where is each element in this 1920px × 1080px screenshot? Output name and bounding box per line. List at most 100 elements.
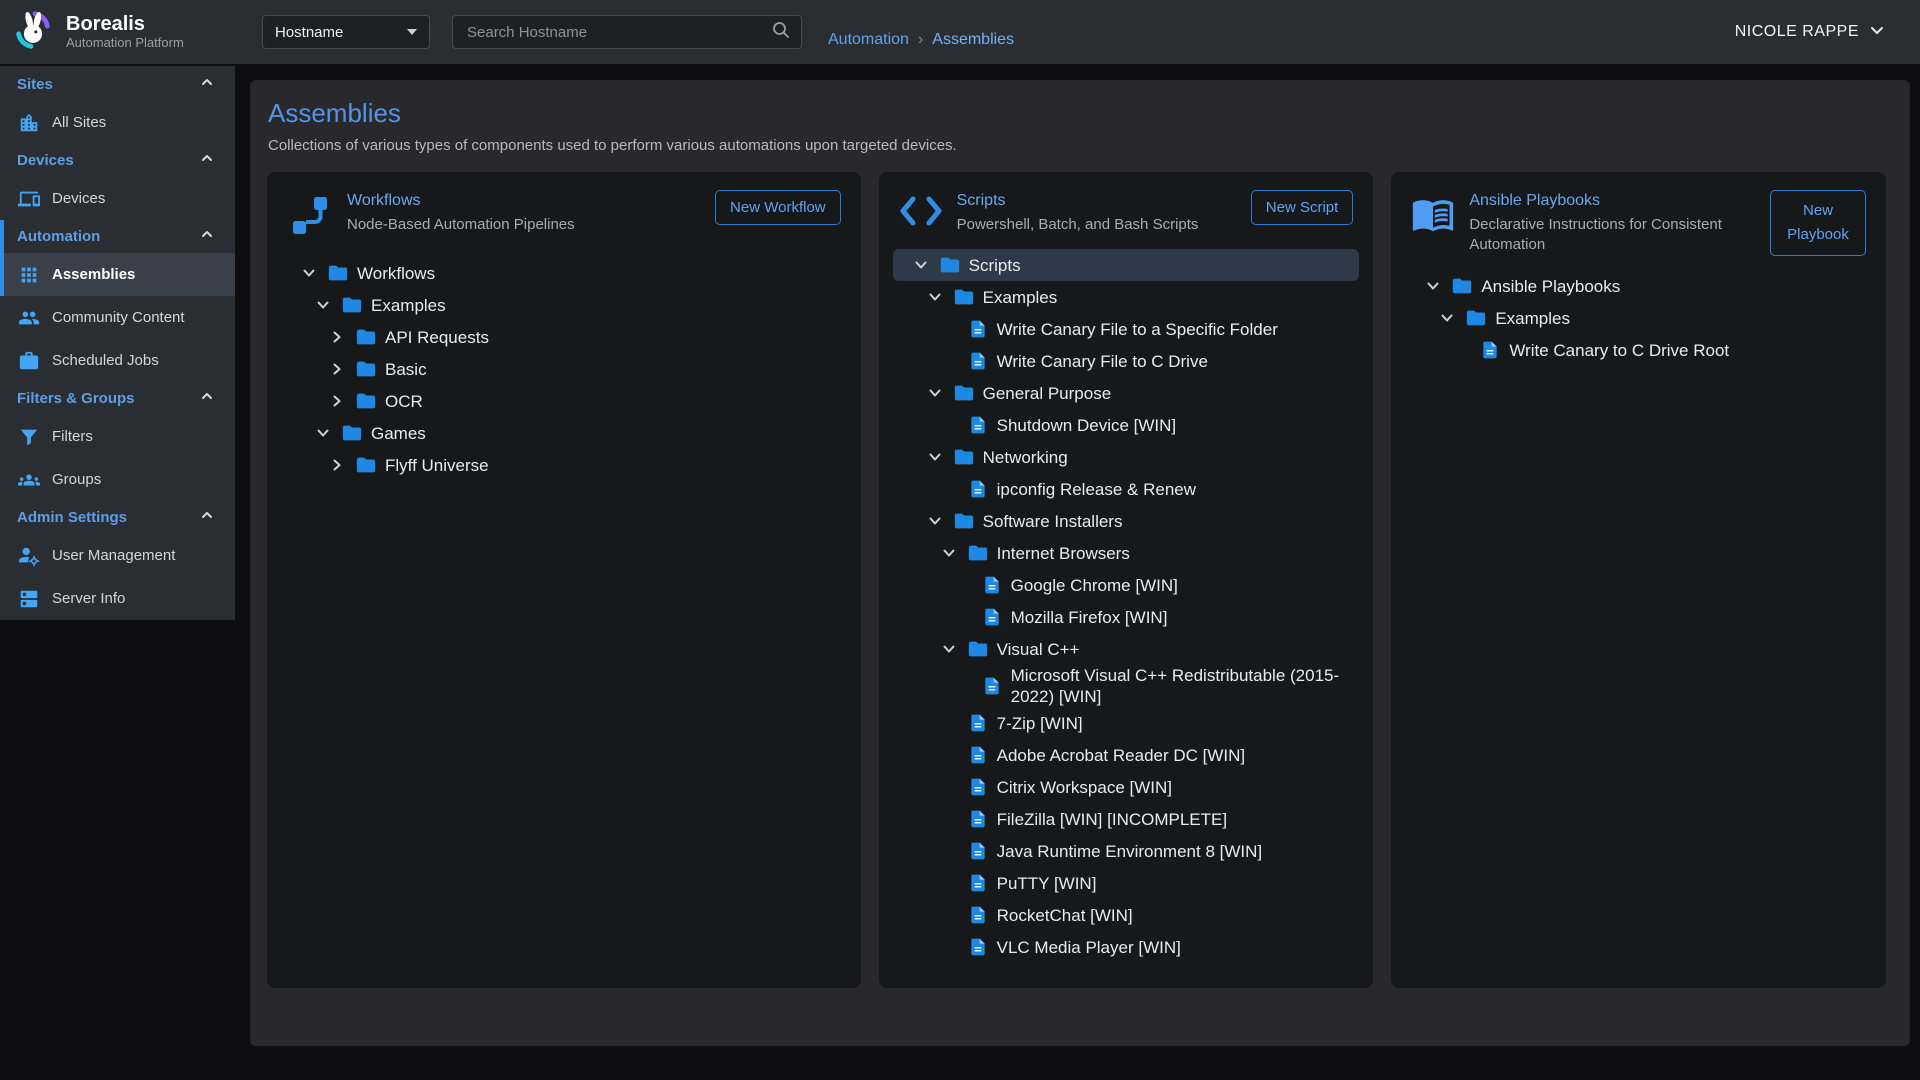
- sidebar-section-header-devices[interactable]: Devices: [0, 144, 235, 177]
- tree-item[interactable]: General Purpose: [893, 377, 1360, 409]
- sidebar-item-assemblies[interactable]: Assemblies: [0, 253, 235, 296]
- folder-icon: [1451, 275, 1473, 297]
- workflows-card: Workflows Node-Based Automation Pipeline…: [267, 172, 861, 988]
- chevron-right-icon[interactable]: [327, 456, 347, 474]
- search-input[interactable]: [465, 23, 771, 42]
- chevron-down-icon[interactable]: [313, 296, 333, 314]
- breadcrumb-assemblies[interactable]: Assemblies: [932, 31, 1014, 49]
- sidebar-item-scheduled-jobs[interactable]: Scheduled Jobs: [0, 339, 235, 382]
- rabbit-logo-icon: [10, 7, 56, 58]
- tree-item[interactable]: VLC Media Player [WIN]: [893, 931, 1360, 963]
- chevron-down-icon[interactable]: [925, 384, 945, 402]
- sidebar-item-label: Server Info: [52, 590, 125, 607]
- sidebar-item-groups[interactable]: Groups: [0, 458, 235, 501]
- sidebar-item-label: All Sites: [52, 114, 106, 131]
- tree-item[interactable]: ipconfig Release & Renew: [893, 473, 1360, 505]
- chevron-down-icon[interactable]: [1423, 277, 1443, 295]
- tree-item[interactable]: RocketChat [WIN]: [893, 899, 1360, 931]
- tree-item[interactable]: Adobe Acrobat Reader DC [WIN]: [893, 739, 1360, 771]
- file-icon: [967, 776, 989, 798]
- chevron-down-icon[interactable]: [299, 264, 319, 282]
- tree-item[interactable]: Google Chrome [WIN]: [893, 569, 1360, 601]
- tree-item[interactable]: Write Canary File to a Specific Folder: [893, 313, 1360, 345]
- sidebar-item-server-info[interactable]: Server Info: [0, 577, 235, 620]
- tree-item[interactable]: OCR: [281, 385, 847, 417]
- ansible-playbooks-card-header: Ansible Playbooks Declarative Instructio…: [1391, 190, 1886, 256]
- chevron-down-icon[interactable]: [925, 512, 945, 530]
- tree-item[interactable]: Ansible Playbooks: [1405, 270, 1872, 302]
- chevron-down-icon[interactable]: [911, 256, 931, 274]
- tree-item[interactable]: Internet Browsers: [893, 537, 1360, 569]
- tree-item[interactable]: Write Canary to C Drive Root: [1405, 334, 1872, 366]
- new-playbook-button[interactable]: New Playbook: [1770, 190, 1866, 256]
- grid-icon: [18, 264, 40, 286]
- tree-item[interactable]: Scripts: [893, 249, 1360, 281]
- funnel-icon: [18, 426, 40, 448]
- sidebar-item-label: Scheduled Jobs: [52, 352, 159, 369]
- tree-item[interactable]: Microsoft Visual C++ Redistributable (20…: [893, 665, 1360, 707]
- tree-item[interactable]: Software Installers: [893, 505, 1360, 537]
- sidebar-item-devices[interactable]: Devices: [0, 177, 235, 220]
- new-script-button[interactable]: New Script: [1251, 190, 1354, 225]
- tree-item[interactable]: Visual C++: [893, 633, 1360, 665]
- assemblies-panel: Assemblies Collections of various types …: [250, 80, 1910, 1046]
- server-icon: [18, 588, 40, 610]
- user-menu[interactable]: NICOLE RAPPE: [1735, 21, 1886, 44]
- tree-item[interactable]: API Requests: [281, 321, 847, 353]
- tree-item[interactable]: Citrix Workspace [WIN]: [893, 771, 1360, 803]
- tree-item[interactable]: Basic: [281, 353, 847, 385]
- tree-item[interactable]: Examples: [281, 289, 847, 321]
- sidebar-item-community-content[interactable]: Community Content: [0, 296, 235, 339]
- tree-item[interactable]: Write Canary File to C Drive: [893, 345, 1360, 377]
- sidebar-section-header-automation[interactable]: Automation: [0, 220, 235, 253]
- tree-item[interactable]: Examples: [1405, 302, 1872, 334]
- sidebar-section-header-admin-settings[interactable]: Admin Settings: [0, 501, 235, 534]
- tree-item[interactable]: Games: [281, 417, 847, 449]
- chevron-right-icon[interactable]: [327, 328, 347, 346]
- tree-item[interactable]: 7-Zip [WIN]: [893, 707, 1360, 739]
- tree-item[interactable]: Workflows: [281, 257, 847, 289]
- search-icon[interactable]: [771, 20, 791, 45]
- new-workflow-button[interactable]: New Workflow: [715, 190, 841, 225]
- tree-item[interactable]: PuTTY [WIN]: [893, 867, 1360, 899]
- hostname-select[interactable]: Hostname: [262, 15, 430, 49]
- chevron-down-icon[interactable]: [939, 544, 959, 562]
- sidebar-section-header-sites[interactable]: Sites: [0, 68, 235, 101]
- card-title: Scripts: [957, 192, 1199, 210]
- sidebar-item-user-management[interactable]: User Management: [0, 534, 235, 577]
- folder-icon: [355, 358, 377, 380]
- sidebar-item-label: Community Content: [52, 309, 185, 326]
- section-label: Devices: [17, 152, 74, 169]
- app-root: Borealis Automation Platform Hostname Au…: [0, 0, 1920, 1080]
- tree-item[interactable]: FileZilla [WIN] [INCOMPLETE]: [893, 803, 1360, 835]
- chevron-down-icon[interactable]: [925, 448, 945, 466]
- folder-icon: [355, 326, 377, 348]
- groups-icon: [18, 469, 40, 491]
- folder-icon: [341, 294, 363, 316]
- briefcase-icon: [18, 350, 40, 372]
- chevron-down-icon[interactable]: [1437, 309, 1457, 327]
- chevron-down-icon[interactable]: [939, 640, 959, 658]
- people-icon: [18, 307, 40, 329]
- sidebar-section-header-filters-groups[interactable]: Filters & Groups: [0, 382, 235, 415]
- tree-item[interactable]: Flyff Universe: [281, 449, 847, 481]
- tree-item-label: 7-Zip [WIN]: [997, 713, 1083, 734]
- chevron-right-icon[interactable]: [327, 392, 347, 410]
- card-subtitle: Declarative Instructions for Consistent …: [1469, 215, 1756, 256]
- file-icon: [1479, 339, 1501, 361]
- sidebar-item-filters[interactable]: Filters: [0, 415, 235, 458]
- tree-item[interactable]: Examples: [893, 281, 1360, 313]
- tree-item[interactable]: Java Runtime Environment 8 [WIN]: [893, 835, 1360, 867]
- tree-item[interactable]: Shutdown Device [WIN]: [893, 409, 1360, 441]
- tree-item[interactable]: Mozilla Firefox [WIN]: [893, 601, 1360, 633]
- chevron-up-icon: [199, 388, 215, 409]
- breadcrumb-automation[interactable]: Automation: [828, 31, 909, 49]
- chevron-down-icon[interactable]: [313, 424, 333, 442]
- sidebar-item-all-sites[interactable]: All Sites: [0, 101, 235, 144]
- tree-item-label: RocketChat [WIN]: [997, 905, 1133, 926]
- chevron-right-icon[interactable]: [327, 360, 347, 378]
- workflows-tree: WorkflowsExamplesAPI RequestsBasicOCRGam…: [267, 257, 861, 988]
- chevron-down-icon[interactable]: [925, 288, 945, 306]
- card-title: Workflows: [347, 192, 575, 210]
- tree-item[interactable]: Networking: [893, 441, 1360, 473]
